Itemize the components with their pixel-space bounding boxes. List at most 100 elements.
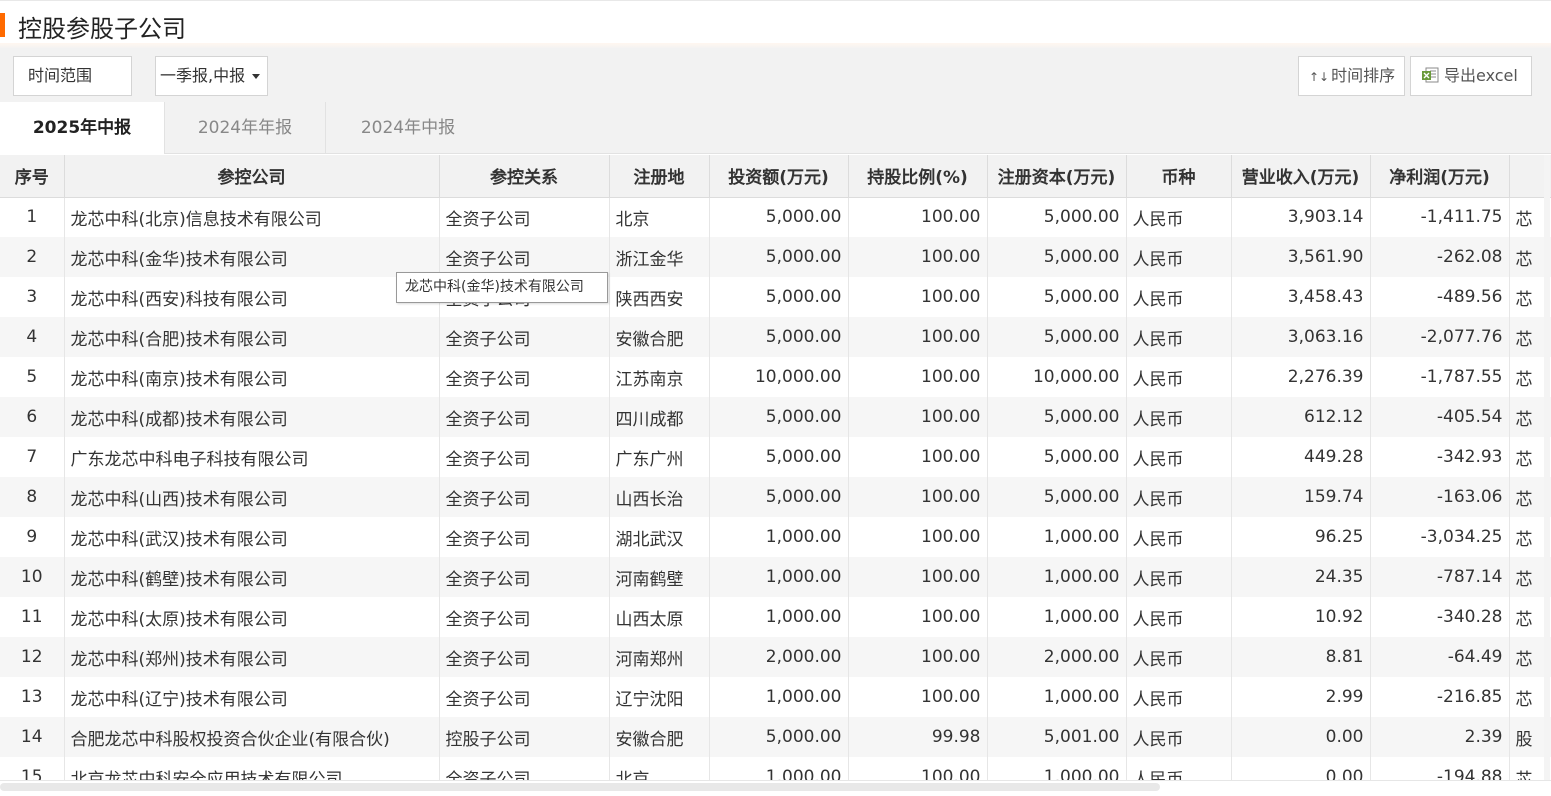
cell-index: 3 [0,277,65,317]
cell-company[interactable]: 龙芯中科(山西)技术有限公司 [64,477,440,517]
table-row[interactable]: 11 龙芯中科(太原)技术有限公司 全资子公司 山西太原 1,000.00 100.00 1… [0,597,1551,637]
cell-relation: 全资子公司 [439,597,610,637]
cell-currency: 人民币 [1126,277,1232,317]
table-row[interactable]: 3龙芯中科(西安)科技有限公司全资子公司陕西西安5,000.00100.005,… [0,277,1551,317]
cell-currency: 人民币 [1126,477,1232,517]
cell-currency: 人民币 [1126,197,1232,237]
toolbar: 时间范围 一季报,中报 ↑↓ 时间排序 导出excel [0,48,1551,102]
cell-currency: 人民币 [1126,397,1232,437]
table-row[interactable]: 8 龙芯中科(山西)技术有限公司 全资子公司 山西长治 5,000.00 100.00 5,… [0,477,1551,517]
table-row[interactable]: 4 龙芯中科(合肥)技术有限公司 全资子公司 安徽合肥 5,000.00 100.00 5,… [0,317,1551,357]
cell-relation: 全资子公司 [439,477,610,517]
cell-investment: 1,000.00 [709,757,849,782]
cell-revenue: 3,561.90 [1231,237,1371,277]
cell-investment: 1,000.00 [709,557,849,597]
cell-company[interactable]: 龙芯中科(武汉)技术有限公司 [64,517,440,557]
table-row[interactable]: 12 龙芯中科(郑州)技术有限公司 全资子公司 河南郑州 2,000.00 100.00 2… [0,637,1551,677]
cell-net-profit: -787.14 [1370,557,1510,597]
cell-revenue: 0.00 [1231,717,1371,757]
table-header-row: 序号 参控公司 参控关系 注册地 投资额(万元) 持股比例(%) 注册资本(万元) 币种 营业收… [0,155,1551,198]
cell-net-profit: 2.39 [1370,717,1510,757]
cell-relation: 全资子公司 [439,437,610,477]
cell-holding-ratio: 100.00 [848,597,988,637]
table-row[interactable]: 14 合肥龙芯中科股权投资合伙企业(有限合伙) 控股子公司 安徽合肥 5,000.00 9… [0,717,1551,757]
cell-company[interactable]: 龙芯中科(合肥)技术有限公司 [64,317,440,357]
cell-net-profit: -405.54 [1370,397,1510,437]
cell-holding-ratio: 100.00 [848,197,988,237]
cell-company[interactable]: 龙芯中科(辽宁)技术有限公司 [64,677,440,717]
table-row[interactable]: 10 龙芯中科(鹤壁)技术有限公司 全资子公司 河南鹤壁 1,000.00 100.00 1… [0,557,1551,597]
time-sort-label: 时间排序 [1331,66,1396,85]
table-row[interactable]: 2 龙芯中科(金华)技术有限公司 全资子公司 浙江金华 5,000.00 100.00 5,… [0,237,1551,277]
export-excel-button[interactable]: 导出excel [1410,56,1532,96]
cell-net-profit: -2,077.76 [1370,317,1510,357]
header-registered-capital: 注册资本(万元) [987,155,1127,198]
header-company: 参控公司 [64,155,440,198]
cell-registered-capital: 1,000.00 [987,677,1127,717]
cell-company[interactable]: 北京龙芯中科安全应用技术有限公司 [64,757,440,782]
cell-company[interactable]: 龙芯中科(西安)科技有限公司 [64,277,440,317]
cell-relation: 全资子公司 [439,197,610,237]
cell-relation: 全资子公司 [439,317,610,357]
cell-company[interactable]: 广东龙芯中科电子科技有限公司 [64,437,440,477]
cell-location: 山西长治 [609,477,710,517]
cell-net-profit: -163.06 [1370,477,1510,517]
report-period-tabs: 2025年中报 2024年年报 2024年中报 [0,102,1551,155]
cell-location: 安徽合肥 [609,317,710,357]
table-row[interactable]: 7 广东龙芯中科电子科技有限公司 全资子公司 广东广州 5,000.00 100.00 5,… [0,437,1551,477]
cell-revenue: 3,903.14 [1231,197,1371,237]
cell-net-profit: -489.56 [1370,277,1510,317]
vertical-scrollbar[interactable] [1544,155,1550,780]
table-row[interactable]: 1 龙芯中科(北京)信息技术有限公司 全资子公司 北京 5,000.00 100.00 5,… [0,197,1551,237]
cell-currency: 人民币 [1126,357,1232,397]
horizontal-scrollbar[interactable] [0,783,1160,791]
table-row[interactable]: 15 北京龙芯中科安全应用技术有限公司 全资子公司 北京 1,000.00 100.00 1… [0,757,1551,782]
cell-relation: 全资子公司 [439,757,610,782]
table-row[interactable]: 6 龙芯中科(成都)技术有限公司 全资子公司 四川成都 5,000.00 100.00 5,… [0,397,1551,437]
cell-index: 14 [0,717,65,757]
cell-revenue: 0.00 [1231,757,1371,782]
cell-company[interactable]: 龙芯中科(鹤壁)技术有限公司 [64,557,440,597]
cell-holding-ratio: 100.00 [848,437,988,477]
table-row[interactable]: 9 龙芯中科(武汉)技术有限公司 全资子公司 湖北武汉 1,000.00 100.00 1,… [0,517,1551,557]
tab-2024-annual[interactable]: 2024年年报 [165,102,325,154]
cell-net-profit: -216.85 [1370,677,1510,717]
cell-location: 陕西西安 [609,277,710,317]
cell-net-profit: -340.28 [1370,597,1510,637]
cell-revenue: 8.81 [1231,637,1371,677]
section-header: 控股参股子公司 [0,0,1551,49]
header-investment: 投资额(万元) [709,155,849,198]
cell-net-profit: -64.49 [1370,637,1510,677]
table-row[interactable]: 13 龙芯中科(辽宁)技术有限公司 全资子公司 辽宁沈阳 1,000.00 100.00 1… [0,677,1551,717]
cell-investment: 5,000.00 [709,437,849,477]
cell-company[interactable]: 龙芯中科(南京)技术有限公司 [64,357,440,397]
title-accent-bar [0,13,5,37]
tab-2024-midyear[interactable]: 2024年中报 [326,102,490,154]
cell-holding-ratio: 100.00 [848,557,988,597]
cell-index: 9 [0,517,65,557]
sort-arrows-icon: ↑↓ [1309,70,1330,84]
cell-company[interactable]: 龙芯中科(郑州)技术有限公司 [64,637,440,677]
table-row[interactable]: 5 龙芯中科(南京)技术有限公司 全资子公司 江苏南京 10,000.00 100.00 1… [0,357,1551,397]
cell-index: 13 [0,677,65,717]
cell-investment: 5,000.00 [709,197,849,237]
cell-index: 15 [0,757,65,782]
cell-index: 8 [0,477,65,517]
cell-company[interactable]: 龙芯中科(金华)技术有限公司 [64,237,440,277]
cell-location: 湖北武汉 [609,517,710,557]
cell-revenue: 612.12 [1231,397,1371,437]
cell-company[interactable]: 合肥龙芯中科股权投资合伙企业(有限合伙) [64,717,440,757]
cell-currency: 人民币 [1126,237,1232,277]
cell-company[interactable]: 龙芯中科(北京)信息技术有限公司 [64,197,440,237]
time-sort-button[interactable]: ↑↓ 时间排序 [1298,56,1405,96]
subsidiary-table: 序号 参控公司 参控关系 注册地 投资额(万元) 持股比例(%) 注册资本(万元) 币种 营业收… [0,155,1551,782]
tab-2025-midyear[interactable]: 2025年中报 [0,102,164,155]
cell-currency: 人民币 [1126,317,1232,357]
cell-revenue: 10.92 [1231,597,1371,637]
cell-company[interactable]: 龙芯中科(太原)技术有限公司 [64,597,440,637]
cell-company[interactable]: 龙芯中科(成都)技术有限公司 [64,397,440,437]
cell-currency: 人民币 [1126,757,1232,782]
period-select[interactable]: 一季报,中报 [155,56,268,96]
cell-revenue: 159.74 [1231,477,1371,517]
header-location: 注册地 [609,155,710,198]
